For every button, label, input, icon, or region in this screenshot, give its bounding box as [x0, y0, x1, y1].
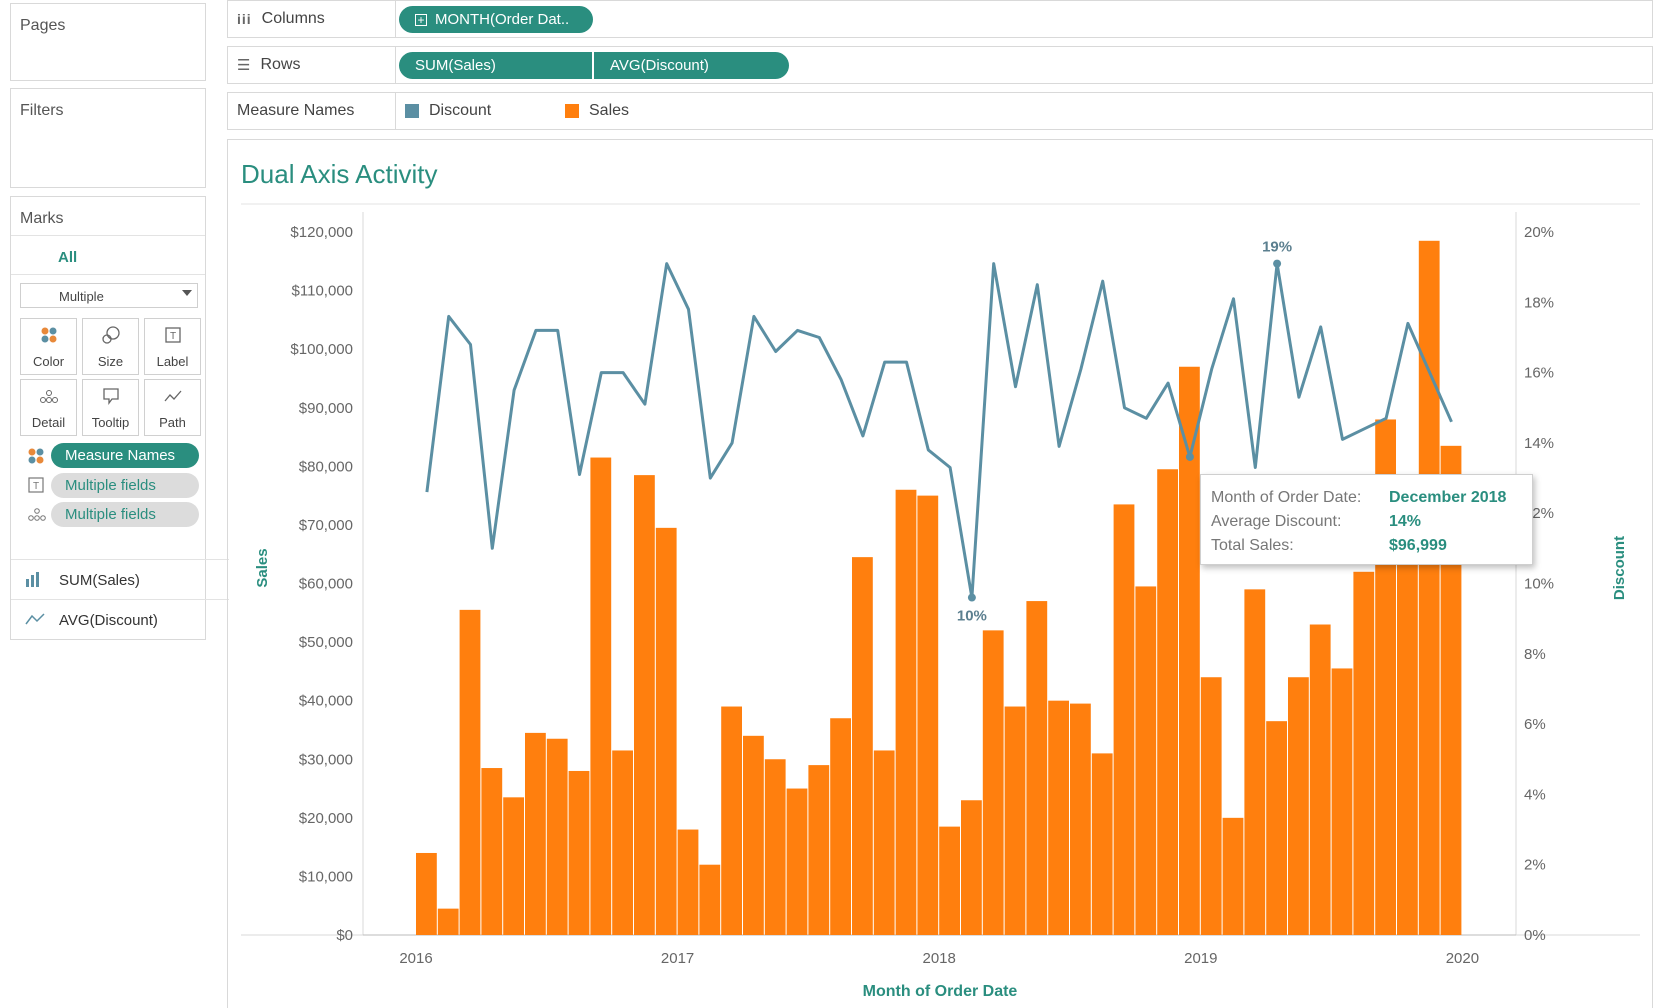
y2-tick-label: 10% [1524, 576, 1554, 593]
sales-bar [721, 706, 742, 935]
tooltip-key: Month of Order Date: [1211, 489, 1362, 506]
x-tick-label: 2019 [1184, 950, 1217, 967]
sales-bar [1222, 817, 1244, 935]
y-tick-label: $20,000 [299, 810, 353, 827]
y-tick-label: $70,000 [299, 517, 353, 534]
sales-bar [546, 738, 568, 935]
chart-title: Dual Axis Activity [241, 159, 438, 189]
tooltip-row: Average Discount: 14% [1211, 510, 1522, 534]
y-tick-label: $60,000 [299, 576, 353, 593]
discount-annotation: 10% [957, 608, 987, 625]
sales-bar [961, 800, 982, 935]
sales-bar [1397, 548, 1418, 935]
sales-bar [1200, 677, 1222, 935]
tooltip-row: Month of Order Date: December 2018 [1211, 486, 1522, 510]
sales-bar [895, 489, 917, 935]
sales-bar [459, 609, 481, 935]
sales-bar [677, 829, 699, 935]
sales-bar [416, 852, 437, 935]
sales-bar [1309, 624, 1331, 935]
y-tick-label: $40,000 [299, 693, 353, 710]
tooltip-value: December 2018 [1389, 489, 1507, 506]
sales-bar [764, 759, 786, 935]
y-tick-label: $10,000 [299, 868, 353, 885]
sales-bar [634, 475, 655, 935]
x-axis-title: Month of Order Date [863, 983, 1018, 1000]
sales-bar [852, 557, 873, 935]
sales-bar [612, 750, 633, 935]
sales-bar [917, 495, 939, 935]
y-tick-label: $90,000 [299, 400, 353, 417]
y2-axis-title: Discount [1611, 536, 1628, 600]
discount-annotation: 19% [1262, 239, 1292, 256]
y-tick-label: $30,000 [299, 751, 353, 768]
sales-bar [1113, 504, 1135, 935]
y-tick-label: $0 [336, 927, 353, 944]
y-tick-label: $80,000 [299, 458, 353, 475]
y-tick-label: $50,000 [299, 634, 353, 651]
sales-bar [1288, 677, 1309, 935]
sales-bar [1026, 601, 1048, 935]
sales-bar [503, 797, 524, 935]
sales-bar [808, 765, 830, 935]
sales-bar [743, 735, 764, 935]
x-tick-label: 2020 [1446, 950, 1479, 967]
tooltip-row: Total Sales: $96,999 [1211, 534, 1522, 558]
sales-bar [437, 908, 459, 935]
sales-bar [1418, 240, 1440, 936]
sales-bar [873, 750, 895, 935]
sales-bar [1048, 700, 1069, 935]
sales-bar [1091, 753, 1113, 935]
sales-bar [481, 768, 503, 935]
y-tick-label: $100,000 [290, 341, 353, 358]
y2-tick-label: 20% [1524, 224, 1554, 241]
chart-tooltip: Month of Order Date: December 2018 Avera… [1200, 474, 1533, 565]
sales-bar [590, 457, 612, 935]
y2-tick-label: 14% [1524, 435, 1554, 452]
tooltip-key: Total Sales: [1211, 537, 1294, 554]
sales-bar [1004, 706, 1026, 935]
sales-bar [655, 527, 677, 935]
sales-bar [1331, 668, 1353, 935]
sales-bar [939, 826, 960, 935]
discount-point [1185, 452, 1194, 461]
discount-point [967, 593, 976, 602]
y-tick-label: $110,000 [292, 283, 353, 300]
tooltip-key: Average Discount: [1211, 513, 1342, 530]
sales-bar [699, 864, 721, 935]
sales-bar [1266, 721, 1287, 935]
y-axis-title: Sales [254, 548, 271, 587]
y2-tick-label: 18% [1524, 294, 1554, 311]
sales-bar [982, 630, 1004, 935]
sales-bar [1070, 703, 1091, 935]
discount-point [1273, 259, 1282, 268]
y2-tick-label: 8% [1524, 646, 1546, 663]
x-tick-label: 2016 [399, 950, 432, 967]
sales-bar [568, 770, 590, 935]
sales-bar [1157, 469, 1178, 935]
x-tick-label: 2018 [923, 950, 956, 967]
sales-bar [786, 788, 808, 935]
y-tick-label: $120,000 [290, 224, 353, 241]
tooltip-value: $96,999 [1389, 537, 1447, 554]
y2-tick-label: 16% [1524, 365, 1554, 382]
x-tick-label: 2017 [661, 950, 694, 967]
y2-tick-label: 2% [1524, 857, 1546, 874]
sales-bar [830, 718, 851, 935]
y2-tick-label: 0% [1524, 927, 1546, 944]
sales-bar [1353, 571, 1375, 935]
tooltip-value: 14% [1389, 513, 1422, 530]
y2-tick-label: 6% [1524, 716, 1546, 733]
sales-bar [525, 732, 546, 935]
sales-bar [1135, 586, 1157, 935]
y2-tick-label: 4% [1524, 786, 1546, 803]
sales-bar [1244, 589, 1266, 935]
